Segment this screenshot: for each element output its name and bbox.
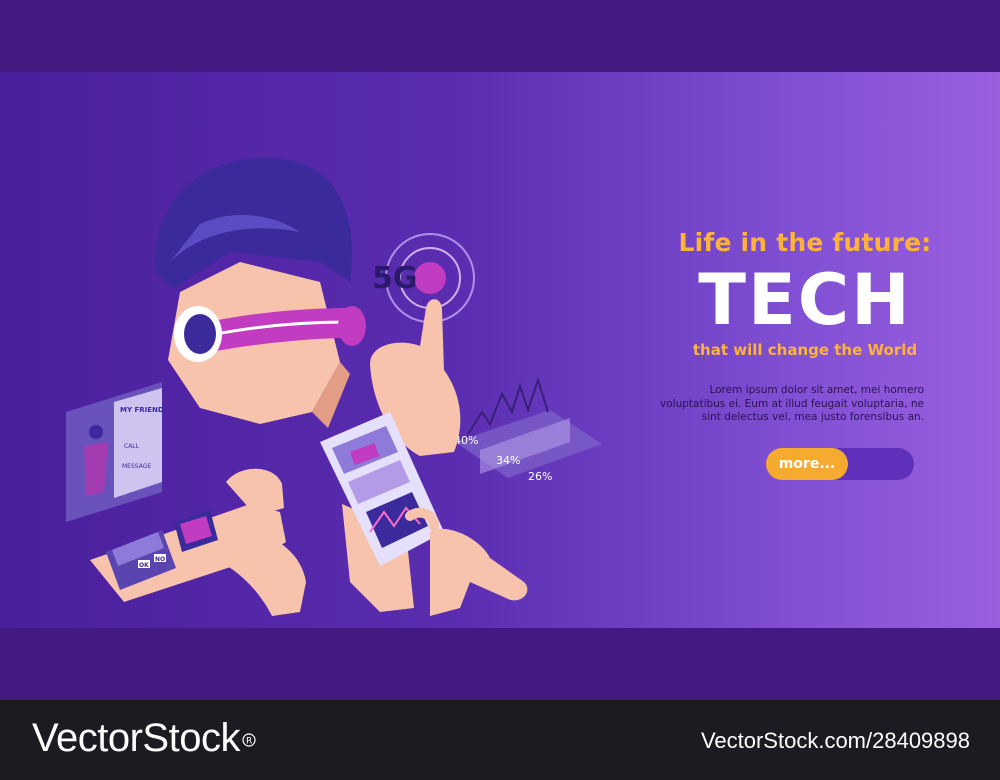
contact-message-label: MESSAGE [122,463,151,470]
bottom-band [0,628,1000,700]
headline-title: TECH [698,259,912,341]
watch-no-label: NO [155,556,165,563]
5g-signal-ring: 5G [372,233,475,323]
lower-left-hand [220,529,306,616]
watermark-logo-text: VectorStock [32,716,240,760]
contact-card: MY FRIEND CALL MESSAGE [66,382,164,522]
watch-ok-label: OK [139,562,149,569]
chart-label-2: 34% [496,454,520,467]
top-band [0,0,1000,72]
more-button[interactable]: more... [766,448,848,480]
svg-text:R: R [246,737,252,747]
chart-label-3: 26% [528,470,552,483]
watermark-logo: VectorStock R [32,716,256,761]
body-text: Lorem ipsum dolor sit amet, mei homero v… [660,384,924,423]
headline-block: Life in the future: TECH that will chang… [660,228,950,359]
tech-illustration: 40% 34% 26% 5G MY FRIEND CALL MESSAGE OK… [66,157,602,616]
more-slider-track[interactable]: more... [766,448,914,480]
contact-call-label: CALL [124,443,140,450]
watermark-footer: VectorStock R VectorStock.com/28409898 [0,700,1000,780]
head-with-vr-visor [155,157,366,428]
contact-card-title: MY FRIEND [120,406,164,414]
hero-banner: 40% 34% 26% 5G MY FRIEND CALL MESSAGE OK… [0,72,1000,628]
watermark-id: VectorStock.com/28409898 [700,728,970,753]
headline-tagline: that will change the World [692,341,918,359]
floating-chart-panel: 40% 34% 26% [454,376,602,483]
registered-mark-icon: R [242,733,256,748]
5g-label: 5G [372,261,418,296]
headline-subtitle: Life in the future: [678,228,932,257]
